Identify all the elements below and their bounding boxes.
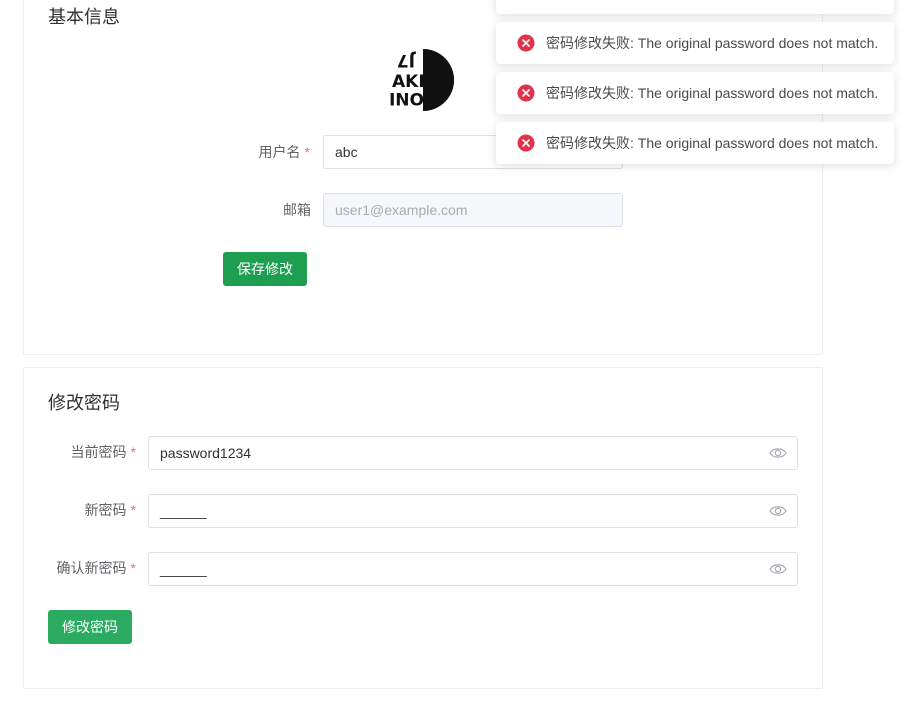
eye-icon[interactable] bbox=[769, 504, 787, 518]
change-password-card: 修改密码 bbox=[23, 367, 823, 689]
avatar[interactable]: J7 AKI ONI bbox=[390, 47, 456, 113]
avatar-line-1: J7 bbox=[397, 50, 416, 70]
confirm-password-label: 确认新密码 * bbox=[20, 551, 136, 585]
current-password-input[interactable]: password1234 bbox=[148, 436, 798, 470]
current-password-value: password1234 bbox=[160, 445, 252, 461]
notification-text: 密码修改失败: The original password does not m… bbox=[546, 135, 879, 151]
error-notification-partial bbox=[496, 0, 894, 14]
current-password-label-text: 当前密码 bbox=[70, 444, 127, 460]
new-password-label: 新密码 * bbox=[40, 493, 136, 527]
eye-icon[interactable] bbox=[769, 562, 787, 576]
required-mark: * bbox=[304, 144, 310, 160]
new-password-label-text: 新密码 bbox=[84, 502, 127, 518]
email-input[interactable]: user1@example.com bbox=[323, 193, 623, 227]
new-password-value: ______ bbox=[160, 503, 207, 519]
confirm-password-input[interactable]: ______ bbox=[148, 552, 798, 586]
username-label-text: 用户名 bbox=[258, 144, 301, 160]
notification-text: 密码修改失败: The original password does not m… bbox=[546, 85, 879, 101]
error-circle-icon bbox=[517, 84, 535, 102]
change-password-title: 修改密码 bbox=[48, 393, 120, 413]
required-mark: * bbox=[130, 444, 136, 460]
required-mark: * bbox=[130, 502, 136, 518]
error-circle-icon bbox=[517, 134, 535, 152]
confirm-password-label-text: 确认新密码 bbox=[56, 560, 127, 576]
error-notification[interactable]: 密码修改失败: The original password does not m… bbox=[496, 22, 894, 64]
change-password-button[interactable]: 修改密码 bbox=[48, 610, 132, 644]
required-mark: * bbox=[130, 560, 136, 576]
notification-text: 密码修改失败: The original password does not m… bbox=[546, 35, 879, 51]
current-password-label: 当前密码 * bbox=[40, 435, 136, 469]
error-circle-icon bbox=[517, 34, 535, 52]
save-button[interactable]: 保存修改 bbox=[223, 252, 307, 286]
eye-icon[interactable] bbox=[769, 446, 787, 460]
confirm-password-value: ______ bbox=[160, 561, 207, 577]
error-notification[interactable]: 密码修改失败: The original password does not m… bbox=[496, 72, 894, 114]
new-password-input[interactable]: ______ bbox=[148, 494, 798, 528]
basic-info-title: 基本信息 bbox=[48, 7, 120, 27]
email-label: 邮箱 bbox=[283, 202, 311, 218]
error-notification[interactable]: 密码修改失败: The original password does not m… bbox=[496, 122, 894, 164]
avatar-line-3: ONI bbox=[390, 88, 424, 108]
username-label: 用户名 * bbox=[200, 135, 310, 169]
